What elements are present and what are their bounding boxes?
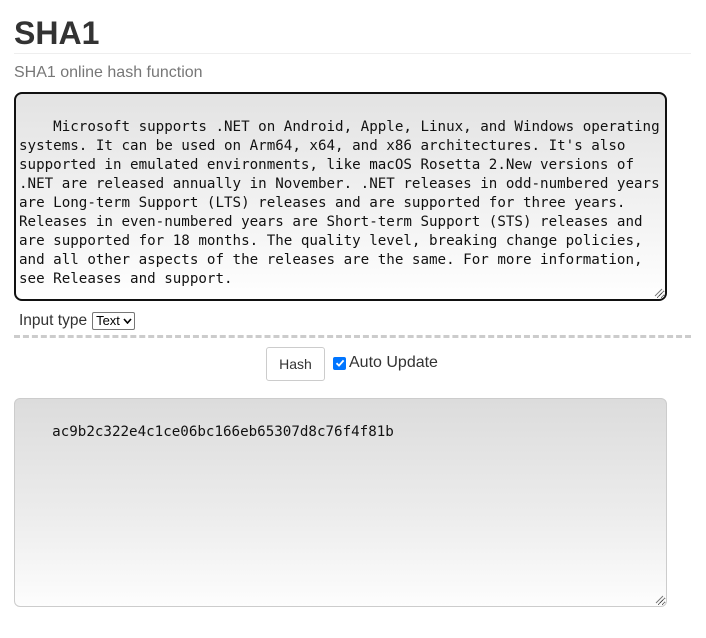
page-title: SHA1 — [14, 15, 100, 51]
chevron-down-icon — [123, 318, 132, 324]
input-text: Microsoft supports .NET on Android, Appl… — [19, 119, 660, 287]
input-type-selected-value: Text — [96, 313, 120, 328]
hash-output-text: ac9b2c322e4c1ce06bc166eb65307d8c76f4f81b — [52, 424, 394, 440]
title-divider — [14, 53, 691, 54]
input-type-select[interactable]: Text — [92, 312, 135, 330]
auto-update-label: Auto Update — [349, 354, 438, 371]
page: SHA1 SHA1 online hash function Microsoft… — [0, 0, 706, 638]
auto-update-checkbox[interactable] — [333, 356, 346, 370]
input-type-row: Input type Text — [19, 311, 135, 331]
input-textarea[interactable]: Microsoft supports .NET on Android, Appl… — [14, 92, 667, 301]
page-subtitle: SHA1 online hash function — [14, 64, 203, 81]
output-textarea[interactable]: ac9b2c322e4c1ce06bc166eb65307d8c76f4f81b — [14, 398, 667, 607]
checkmark-icon — [335, 359, 344, 367]
section-divider — [14, 335, 691, 338]
hash-button[interactable]: Hash — [266, 347, 325, 381]
resize-grip-icon[interactable] — [655, 595, 664, 604]
resize-grip-icon[interactable] — [654, 288, 663, 297]
auto-update-toggle[interactable]: Auto Update — [333, 353, 438, 373]
input-type-label: Input type — [19, 312, 88, 329]
